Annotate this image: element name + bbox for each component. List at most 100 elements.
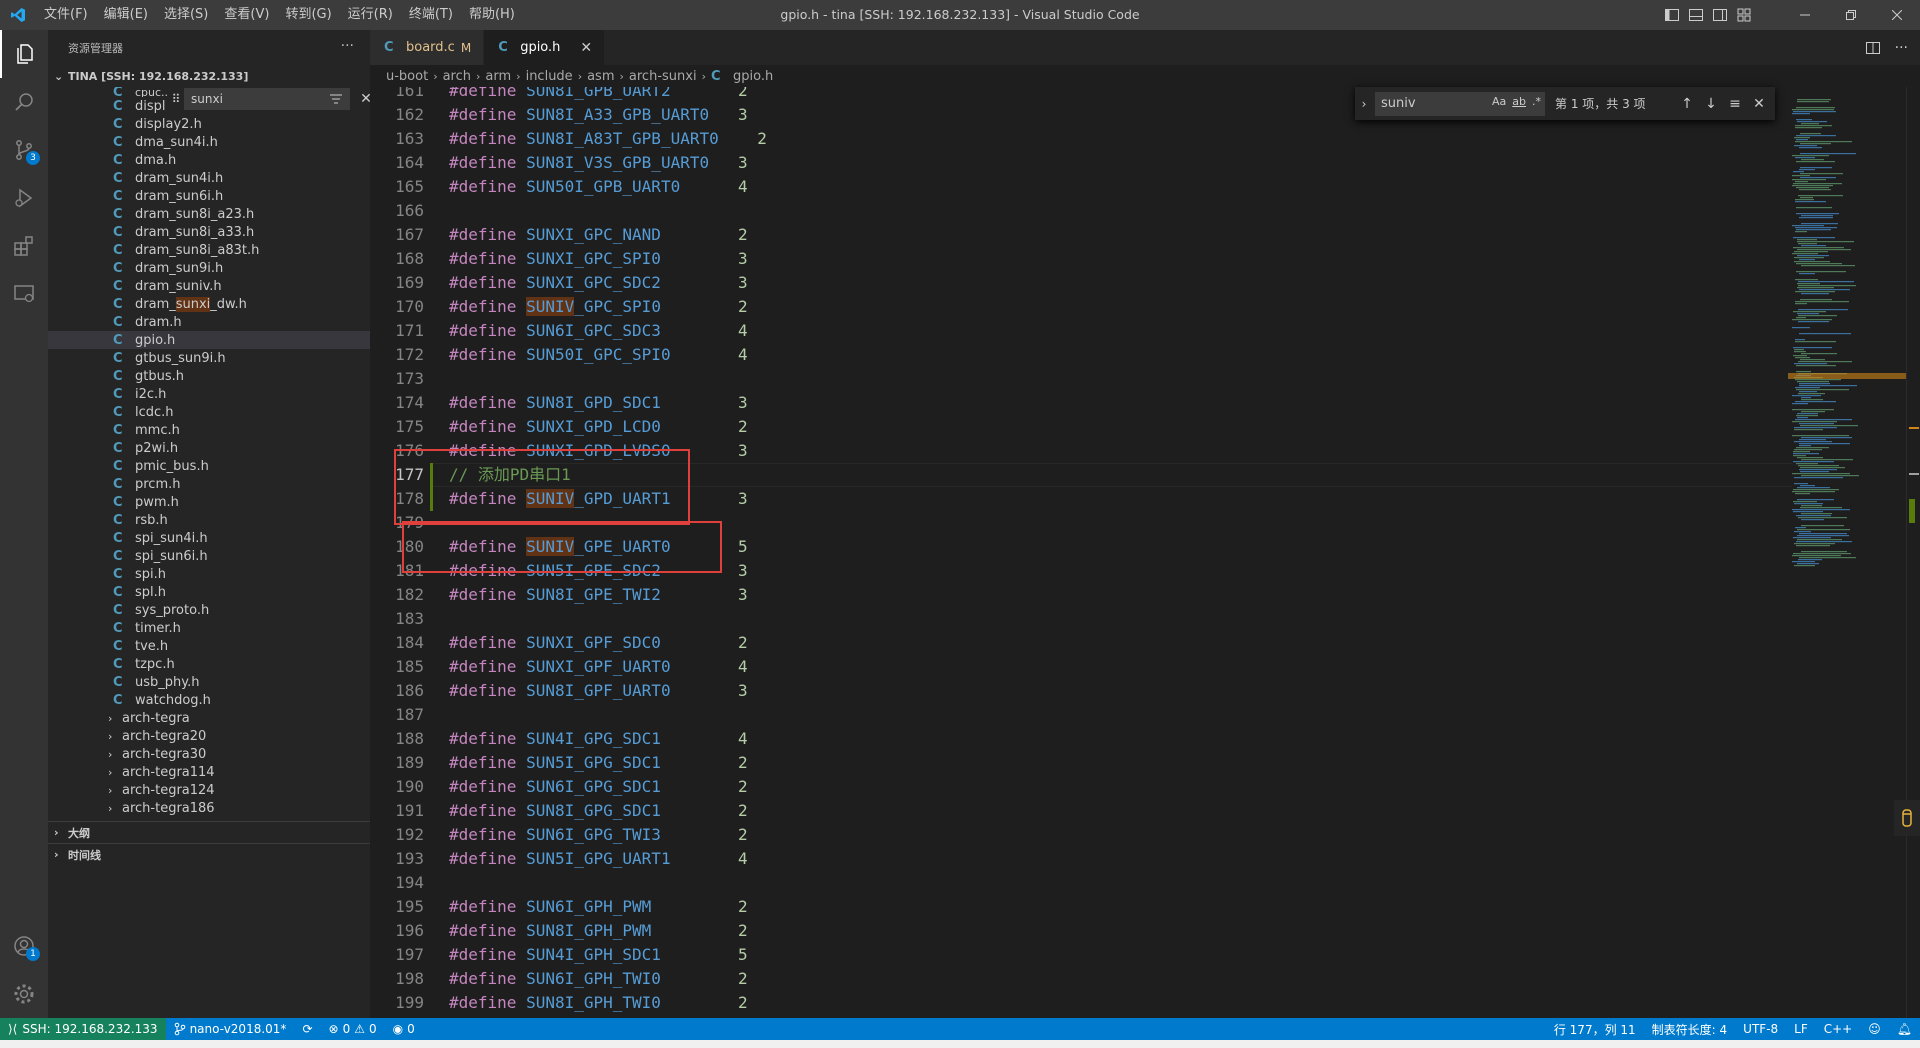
breadcrumb-item[interactable]: arch-sunxi [629,69,697,84]
toggle-secondary-sidebar-icon[interactable] [1712,7,1728,23]
find-input[interactable]: suniv Aa ab .* [1375,91,1545,116]
tree-item-folder[interactable]: › arch-tegra [48,709,370,727]
tree-item-file[interactable]: Cdram_sun8i_a33.h [48,223,370,241]
remote-indicator[interactable]: ⟩⟨ SSH: 192.168.232.133 [0,1018,166,1040]
tree-item-file[interactable]: Cwatchdog.h [48,691,370,709]
tree-item-file[interactable]: Ci2c.h [48,385,370,403]
run-debug-button[interactable] [0,174,48,222]
sync-button[interactable]: ⟳ [294,1018,320,1040]
more-actions-icon[interactable]: ··· [341,38,354,54]
tree-item-file[interactable]: Crsb.h [48,511,370,529]
breadcrumb-item[interactable]: gpio.h [733,69,773,84]
menu-item[interactable]: 运行(R) [340,0,401,30]
feedback-button[interactable]: ☺ [1860,1018,1889,1040]
filter-icon[interactable] [329,92,343,106]
tree-item-file[interactable]: Cp2wi.h [48,439,370,457]
accounts-button[interactable]: 1 [0,922,48,970]
timeline-section[interactable]: › 时间线 [48,843,370,865]
tree-item-file[interactable]: Cmmc.h [48,421,370,439]
tree-item-file[interactable]: Cdram_sun8i_a83t.h [48,241,370,259]
language-mode[interactable]: C++ [1816,1018,1861,1040]
tree-item-file[interactable]: Cdram_sun6i.h [48,187,370,205]
minimap[interactable] [1788,87,1906,1018]
whole-word-toggle[interactable]: ab [1512,95,1526,108]
tree-item-file[interactable]: Cdram_ sunxi _dw.h [48,295,370,313]
menu-item[interactable]: 帮助(H) [461,0,523,30]
regex-toggle[interactable]: .* [1532,95,1541,108]
cursor-position[interactable]: 行 177，列 11 [1546,1018,1644,1040]
close-filter-icon[interactable]: ✕ [356,91,370,107]
breadcrumb-item[interactable]: include [526,69,573,84]
tree-item-file[interactable]: Cusb_phy.h [48,673,370,691]
tab-gpio-h[interactable]: C gpio.h ✕ [484,30,606,65]
workspace-root[interactable]: ⌄ TINA [SSH: 192.168.232.133] [48,65,370,87]
next-match-icon[interactable]: ↓ [1699,96,1723,112]
source-control-button[interactable]: 3 [0,126,48,174]
outline-section[interactable]: › 大纲 [48,821,370,843]
toggle-panel-icon[interactable] [1688,7,1704,23]
end-of-line[interactable]: LF [1786,1018,1816,1040]
git-branch[interactable]: nano-v2018.01* [166,1018,295,1040]
restore-button[interactable] [1828,0,1874,30]
tree-item-file[interactable]: Cdram_sun4i.h [48,169,370,187]
close-window-button[interactable] [1874,0,1920,30]
tree-item-file[interactable]: Cdma.h [48,151,370,169]
extensions-button[interactable] [0,222,48,270]
tree-item-file[interactable]: Ctzpc.h [48,655,370,673]
tree-item-file[interactable]: Cdram.h [48,313,370,331]
minimize-button[interactable] [1782,0,1828,30]
tree-item-file[interactable]: Cdma_sun4i.h [48,133,370,151]
customize-layout-icon[interactable] [1736,7,1752,23]
tree-item-file[interactable]: Cgtbus_sun9i.h [48,349,370,367]
breadcrumb-item[interactable]: arch [443,69,471,84]
menu-item[interactable]: 终端(T) [401,0,461,30]
tree-item-folder[interactable]: › arch-tegra30 [48,745,370,763]
tree-item-file[interactable]: Cpwm.h [48,493,370,511]
previous-match-icon[interactable]: ↑ [1675,96,1699,112]
tree-item-file[interactable]: Cdram_sun8i_a23.h [48,205,370,223]
tree-item-file[interactable]: Clcdc.h [48,403,370,421]
tree-item-file[interactable]: Csys_proto.h [48,601,370,619]
tree-item-file[interactable]: Cdram_suniv.h [48,277,370,295]
tree-item-file[interactable]: Cspi_sun4i.h [48,529,370,547]
editor-scrollbar[interactable] [1906,87,1920,1018]
tab-size[interactable]: 制表符长度: 4 [1644,1018,1736,1040]
breadcrumb-item[interactable]: u-boot [386,69,428,84]
notifications-button[interactable]: 🔔︎ [1889,1018,1920,1040]
explorer-button[interactable] [0,30,48,78]
code-editor[interactable]: 161 #define SUN8I_GPB_UART2 2 162 #define S… [370,87,1920,1018]
tree-item-file[interactable]: Cprcm.h [48,475,370,493]
drag-grip-icon[interactable]: ⠿ [168,92,184,106]
tree-item-file[interactable]: Cdisplay2.h [48,115,370,133]
tree-item-file[interactable]: Cdram_sun9i.h [48,259,370,277]
tree-filter-input[interactable]: sunxi [184,88,350,110]
manage-button[interactable] [0,970,48,1018]
close-find-icon[interactable]: ✕ [1747,96,1771,112]
side-flask-widget[interactable] [1894,800,1920,836]
ports-indicator[interactable]: ◉ 0 [385,1018,423,1040]
menu-item[interactable]: 选择(S) [156,0,216,30]
menu-item[interactable]: 转到(G) [277,0,339,30]
tab-board-c[interactable]: C board.c M [370,30,485,65]
toggle-replace-icon[interactable]: › [1355,97,1373,111]
find-in-selection-icon[interactable]: ≡ [1723,96,1747,112]
split-editor-icon[interactable] [1865,40,1881,56]
tree-item-file[interactable]: Cgtbus.h [48,367,370,385]
breadcrumb-item[interactable]: arm [485,69,511,84]
tree-item-file[interactable]: Cpmic_bus.h [48,457,370,475]
tree-item-folder[interactable]: › arch-tegra20 [48,727,370,745]
menu-item[interactable]: 编辑(E) [96,0,156,30]
problems-indicator[interactable]: ⊗ 0 ⚠ 0 [321,1018,385,1040]
breadcrumb-item[interactable]: asm [587,69,614,84]
toggle-sidebar-icon[interactable] [1664,7,1680,23]
close-tab-icon[interactable]: ✕ [580,40,592,56]
tree-item-file[interactable]: Ctimer.h [48,619,370,637]
search-button[interactable] [0,78,48,126]
menu-item[interactable]: 查看(V) [216,0,277,30]
more-actions-icon[interactable]: ··· [1895,40,1908,56]
remote-explorer-button[interactable] [0,270,48,318]
tree-item-file[interactable]: Ctve.h [48,637,370,655]
menu-item[interactable]: 文件(F) [36,0,96,30]
tree-item-folder[interactable]: › arch-tegra114 [48,763,370,781]
tree-item-file[interactable]: Cspi.h [48,565,370,583]
